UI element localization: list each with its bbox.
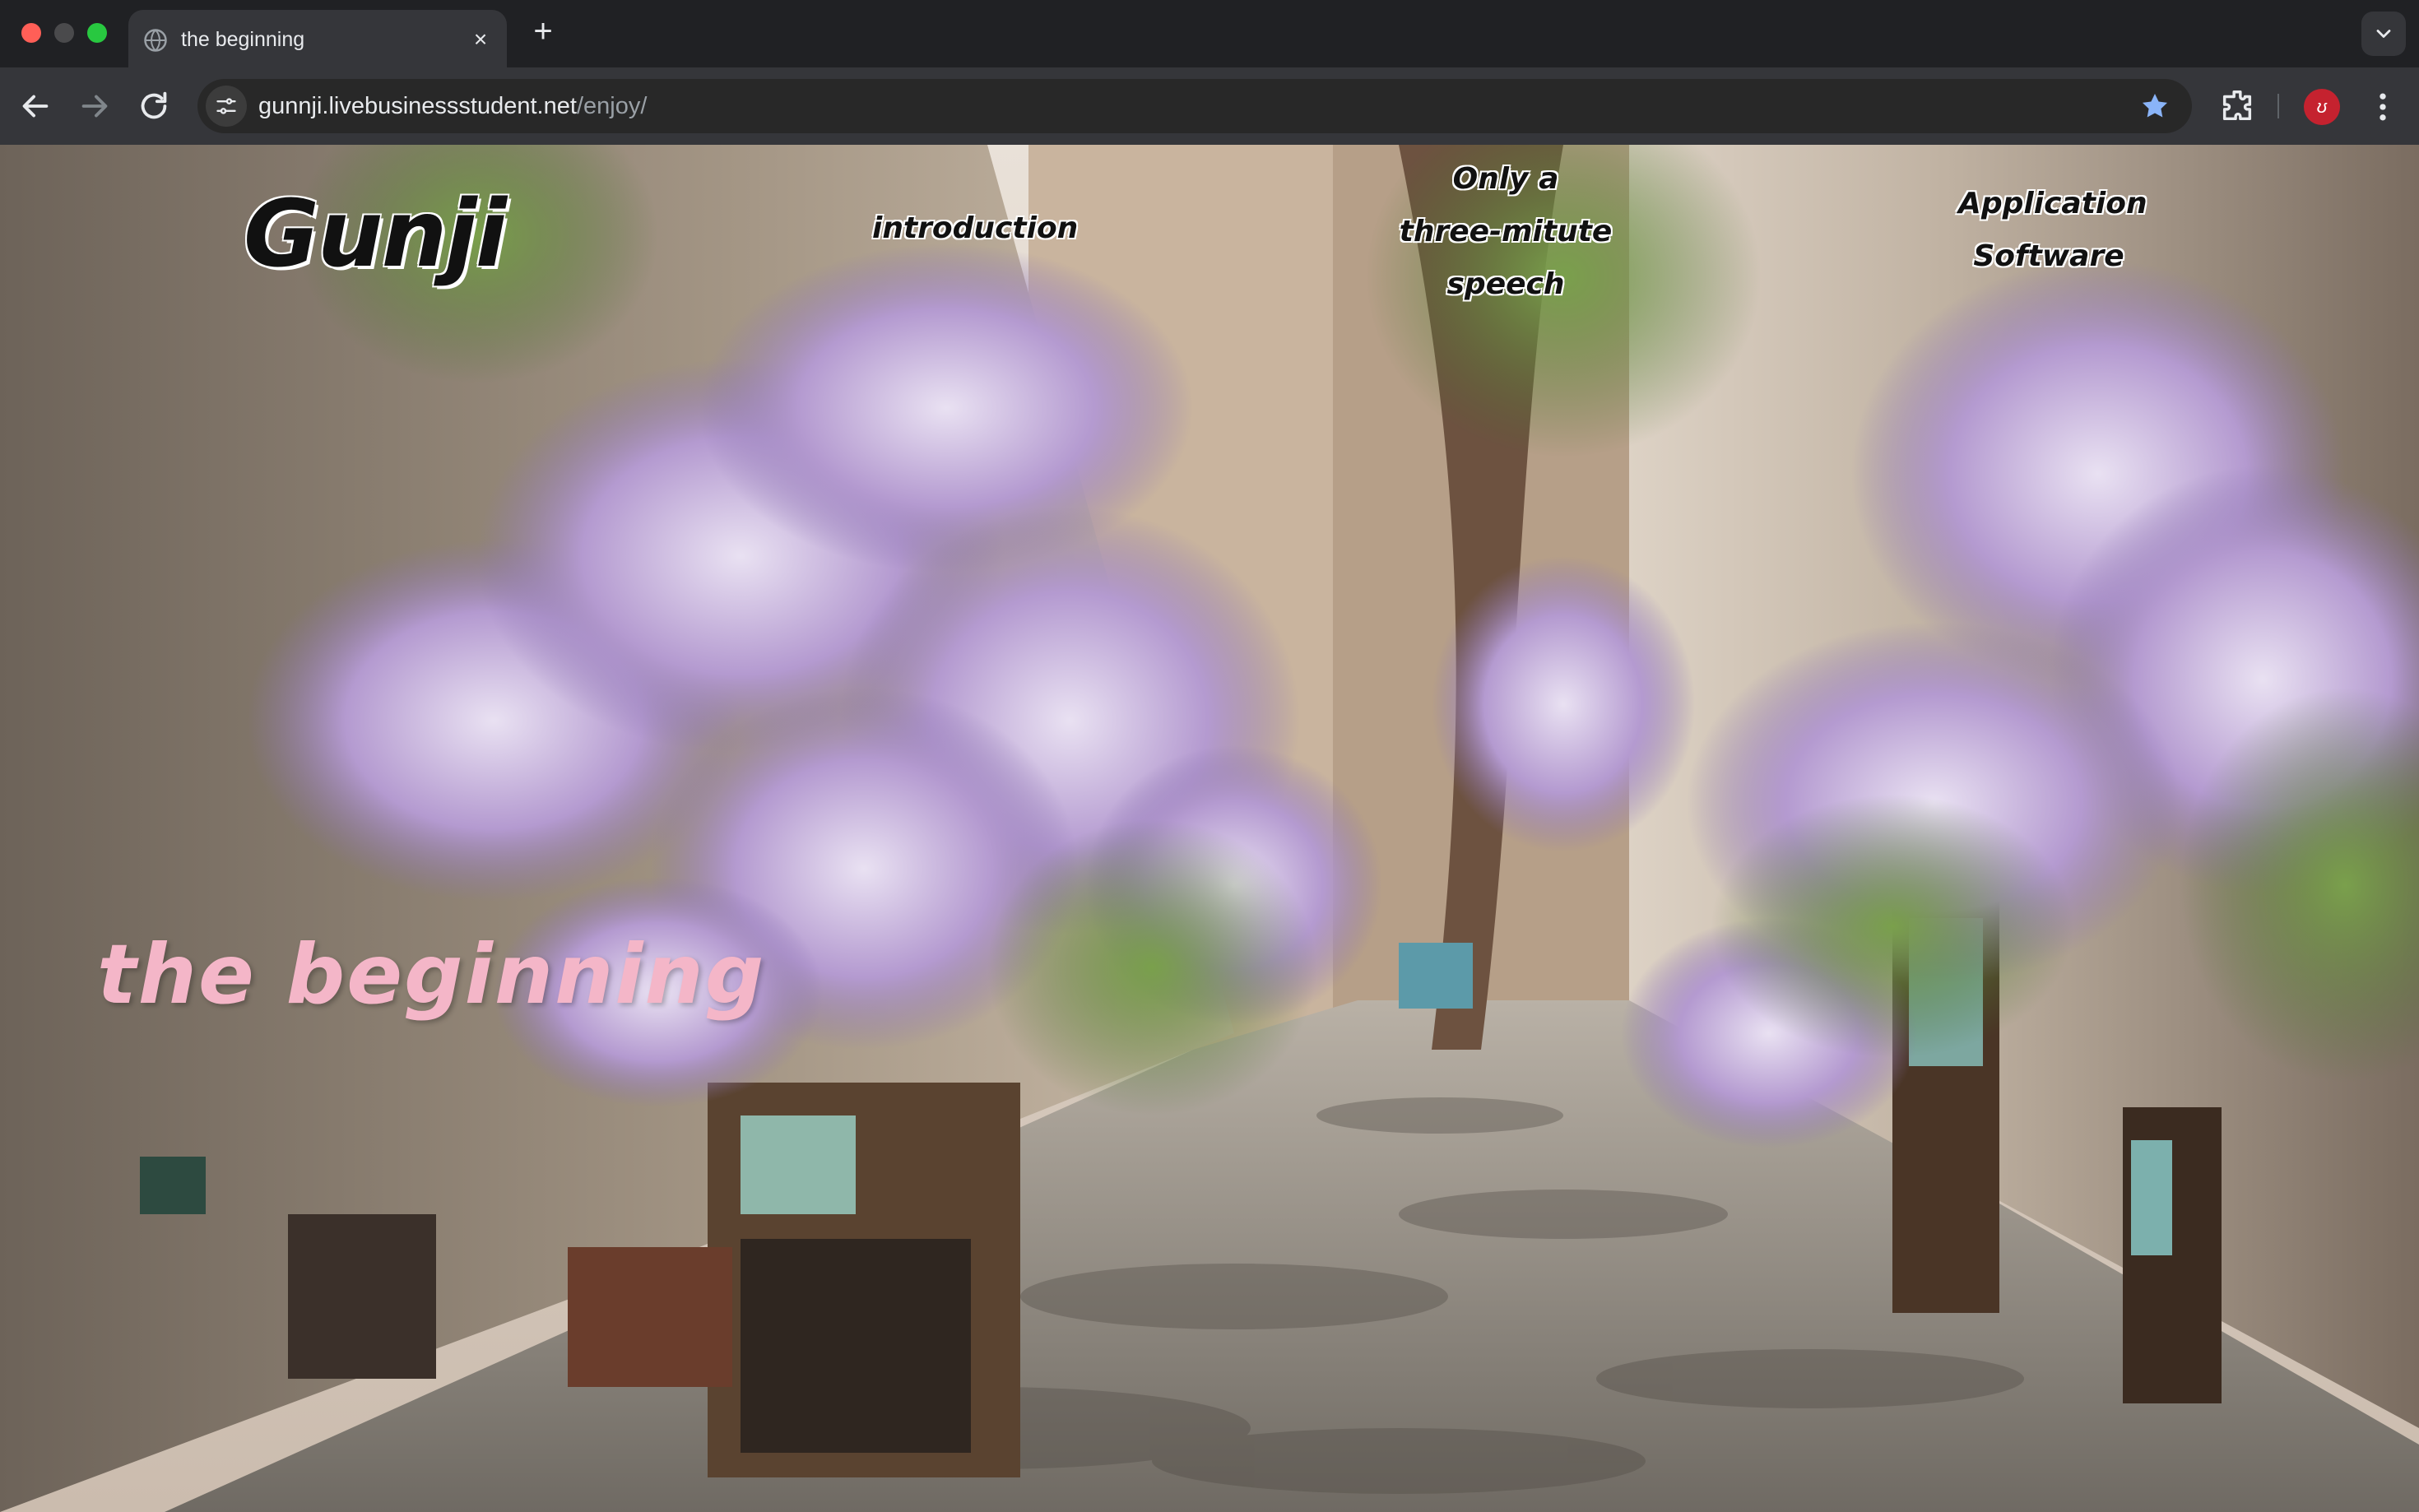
back-button[interactable]: [16, 87, 54, 125]
bookmark-star-icon[interactable]: [2139, 90, 2171, 122]
url-path: /enjoy/: [576, 93, 648, 119]
tab-close-icon[interactable]: ×: [467, 26, 494, 53]
reload-icon: [141, 91, 167, 119]
tune-icon: [216, 98, 236, 114]
nav-link-application-software[interactable]: Application Software: [1958, 178, 2147, 283]
profile-avatar[interactable]: ʊ: [2304, 89, 2340, 125]
address-bar[interactable]: gunnji.livebusinessstudent.net/enjoy/: [197, 79, 2192, 133]
arrow-right-icon: [81, 95, 108, 118]
reload-button[interactable]: [135, 87, 173, 125]
close-window-button[interactable]: [21, 23, 41, 43]
active-tab[interactable]: the beginning ×: [128, 10, 507, 67]
nav-link-introduction[interactable]: introduction: [872, 202, 1078, 255]
browser-toolbar: gunnji.livebusinessstudent.net/enjoy/ ʊ: [0, 67, 2419, 145]
forward-button[interactable]: [76, 87, 114, 125]
toolbar-divider: [2277, 94, 2279, 118]
kebab-menu-icon[interactable]: [2365, 89, 2401, 125]
alley-wisteria-background: [0, 145, 2419, 1512]
tab-strip: the beginning × +: [0, 0, 2419, 67]
tab-search-button[interactable]: [2361, 12, 2406, 56]
minimize-window-button[interactable]: [54, 23, 74, 43]
tab-title: the beginning: [181, 28, 305, 51]
extensions-puzzle-icon[interactable]: [2218, 87, 2256, 125]
nav-link-three-minute-speech[interactable]: Only a three-mitute speech: [1399, 153, 1613, 311]
site-info-button[interactable]: [206, 86, 247, 127]
chevron-down-icon: [2376, 30, 2391, 38]
globe-icon: [144, 29, 167, 52]
new-tab-button[interactable]: +: [527, 15, 559, 48]
url-host: gunnji.livebusinessstudent.net: [258, 93, 577, 119]
page-viewport: Gunji introduction Only a three-mitute s…: [0, 145, 2419, 1512]
zoom-window-button[interactable]: [87, 23, 107, 43]
hero-title: the beginning: [97, 926, 766, 1023]
url-text: gunnji.livebusinessstudent.net/enjoy/: [258, 93, 647, 120]
arrow-left-icon: [22, 95, 49, 118]
site-logo[interactable]: Gunji: [244, 181, 507, 288]
